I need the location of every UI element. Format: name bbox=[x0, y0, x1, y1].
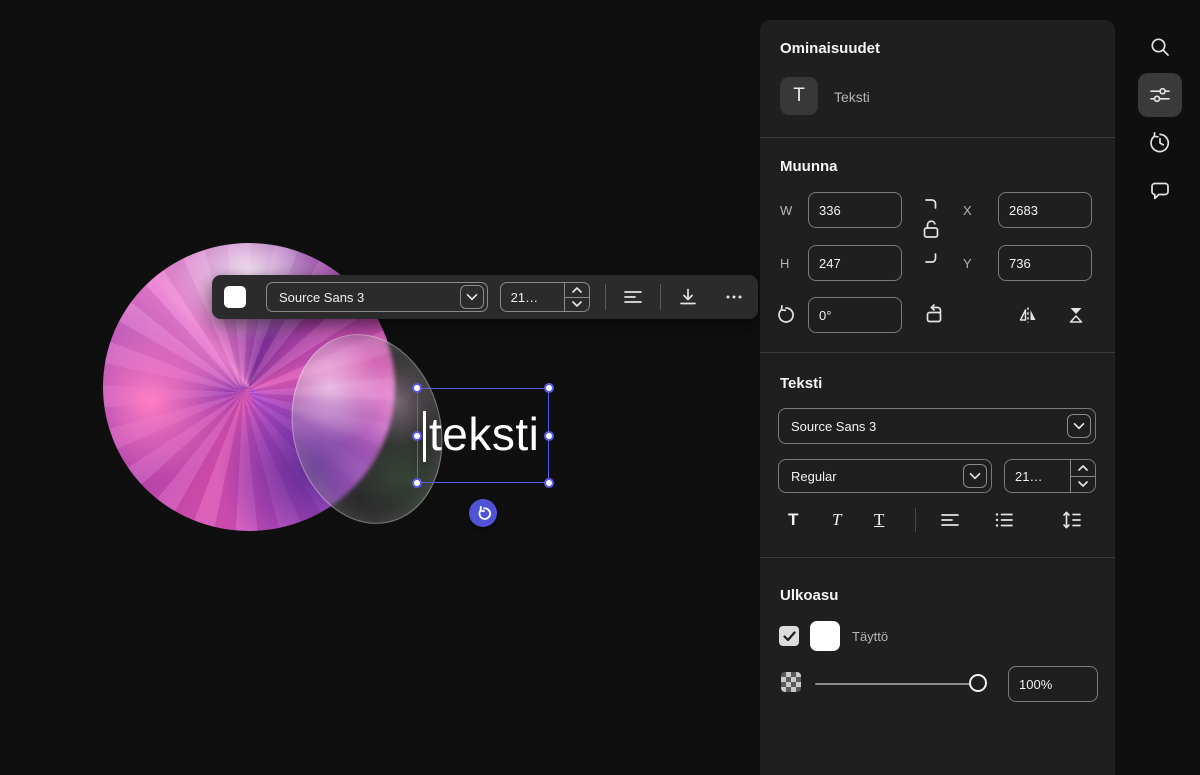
panel-font-size-stepper[interactable] bbox=[1070, 460, 1095, 492]
height-input[interactable]: 247 bbox=[808, 245, 902, 281]
app-root: Source Sans 3 21… bbox=[0, 0, 1200, 775]
rotation-input[interactable]: 0° bbox=[808, 297, 902, 333]
text-align-button[interactable] bbox=[621, 285, 645, 309]
rotate-90-icon bbox=[923, 302, 947, 326]
y-label: Y bbox=[963, 256, 972, 271]
width-label: W bbox=[780, 203, 792, 218]
list-button[interactable] bbox=[992, 508, 1016, 532]
align-lines-icon bbox=[938, 508, 962, 532]
panel-font-family-select[interactable]: Source Sans 3 bbox=[778, 408, 1096, 444]
comments-button[interactable] bbox=[1138, 169, 1182, 213]
search-icon bbox=[1148, 35, 1172, 59]
rotate-button[interactable] bbox=[773, 302, 799, 328]
transform-heading: Muunna bbox=[780, 158, 838, 175]
selection-handle-mid-left[interactable] bbox=[412, 431, 422, 441]
opacity-slider-knob[interactable] bbox=[969, 674, 987, 692]
x-label: X bbox=[963, 203, 972, 218]
flip-vertical-icon bbox=[1064, 303, 1088, 327]
ellipsis-icon bbox=[722, 285, 746, 309]
link-corner-top-icon bbox=[924, 198, 938, 213]
font-style-select[interactable]: Regular bbox=[778, 459, 992, 493]
chevron-down-icon bbox=[1067, 414, 1091, 438]
chevron-down-icon bbox=[460, 285, 484, 309]
canvas-text[interactable]: teksti bbox=[429, 406, 539, 464]
properties-panel: Ominaisuudet T Teksti Muunna W 336 X 268… bbox=[760, 20, 1115, 775]
appearance-heading: Ulkoasu bbox=[780, 587, 838, 604]
checkmark-icon bbox=[783, 631, 796, 642]
object-type-label: Teksti bbox=[834, 89, 870, 105]
text-align-button[interactable] bbox=[938, 508, 962, 532]
rotate-icon bbox=[476, 506, 491, 521]
rotate-ccw-icon bbox=[775, 304, 797, 326]
sliders-icon bbox=[1148, 83, 1172, 107]
x-input[interactable]: 2683 bbox=[998, 192, 1092, 228]
font-size-value: 21… bbox=[511, 290, 538, 305]
chat-bubble-icon bbox=[1148, 179, 1172, 203]
toolbar-divider bbox=[660, 284, 661, 310]
rotate-handle[interactable] bbox=[469, 499, 497, 527]
link-corner-bottom-icon bbox=[924, 252, 938, 267]
underline-button[interactable]: T bbox=[874, 510, 884, 530]
font-size-stepper[interactable] bbox=[564, 283, 589, 311]
selection-handle-bottom-right[interactable] bbox=[544, 478, 554, 488]
stepper-down-icon[interactable] bbox=[565, 298, 589, 312]
font-family-value: Source Sans 3 bbox=[279, 290, 364, 305]
font-family-select[interactable]: Source Sans 3 bbox=[266, 282, 488, 312]
panel-font-size-control[interactable]: 21… bbox=[1004, 459, 1096, 493]
line-spacing-icon bbox=[1060, 508, 1084, 532]
more-options-button[interactable] bbox=[722, 285, 746, 309]
bullet-list-icon bbox=[992, 508, 1016, 532]
selection-handle-mid-right[interactable] bbox=[544, 431, 554, 441]
text-object-icon: T bbox=[780, 77, 818, 115]
flip-horizontal-button[interactable] bbox=[1015, 302, 1041, 328]
flip-horizontal-icon bbox=[1016, 303, 1040, 327]
opacity-checker-icon bbox=[781, 672, 801, 692]
section-divider bbox=[760, 557, 1115, 558]
history-icon bbox=[1148, 131, 1172, 155]
selection-handle-bottom-left[interactable] bbox=[412, 478, 422, 488]
line-spacing-button[interactable] bbox=[1060, 508, 1084, 532]
opacity-slider-track[interactable] bbox=[815, 683, 985, 685]
panel-font-family-value: Source Sans 3 bbox=[791, 419, 876, 434]
width-input[interactable]: 336 bbox=[808, 192, 902, 228]
chevron-down-icon bbox=[963, 464, 987, 488]
font-style-value: Regular bbox=[791, 469, 837, 484]
properties-button[interactable] bbox=[1138, 73, 1182, 117]
constrain-proportions-button[interactable] bbox=[920, 217, 942, 241]
stepper-down-icon[interactable] bbox=[1071, 477, 1095, 493]
section-divider bbox=[760, 352, 1115, 353]
italic-button[interactable]: T bbox=[832, 510, 841, 530]
download-button[interactable] bbox=[676, 285, 700, 309]
text-fill-swatch[interactable] bbox=[224, 286, 246, 308]
fill-color-swatch[interactable] bbox=[810, 621, 840, 651]
text-context-toolbar: Source Sans 3 21… bbox=[212, 275, 758, 319]
text-caret bbox=[423, 411, 426, 462]
stepper-up-icon[interactable] bbox=[565, 283, 589, 298]
stepper-up-icon[interactable] bbox=[1071, 460, 1095, 477]
search-button[interactable] bbox=[1138, 25, 1182, 69]
opacity-input[interactable]: 100% bbox=[1008, 666, 1098, 702]
y-input[interactable]: 736 bbox=[998, 245, 1092, 281]
fill-label: Täyttö bbox=[852, 629, 888, 644]
download-icon bbox=[676, 285, 700, 309]
lock-open-icon bbox=[921, 218, 941, 240]
selection-handle-top-right[interactable] bbox=[544, 383, 554, 393]
icon-row-divider bbox=[915, 508, 916, 532]
rotate-90-button[interactable] bbox=[922, 301, 948, 327]
history-button[interactable] bbox=[1138, 121, 1182, 165]
panel-title: Ominaisuudet bbox=[780, 40, 880, 57]
panel-font-size-value: 21… bbox=[1015, 469, 1042, 484]
bold-button[interactable]: T bbox=[788, 510, 798, 530]
flip-vertical-button[interactable] bbox=[1063, 302, 1089, 328]
selection-handle-top-left[interactable] bbox=[412, 383, 422, 393]
align-lines-icon bbox=[621, 285, 645, 309]
font-size-control[interactable]: 21… bbox=[500, 282, 590, 312]
section-divider bbox=[760, 137, 1115, 138]
text-glyph: T bbox=[793, 85, 805, 107]
height-label: H bbox=[780, 256, 789, 271]
text-heading: Teksti bbox=[780, 375, 822, 392]
fill-checkbox[interactable] bbox=[779, 626, 799, 646]
toolbar-divider bbox=[605, 284, 606, 310]
